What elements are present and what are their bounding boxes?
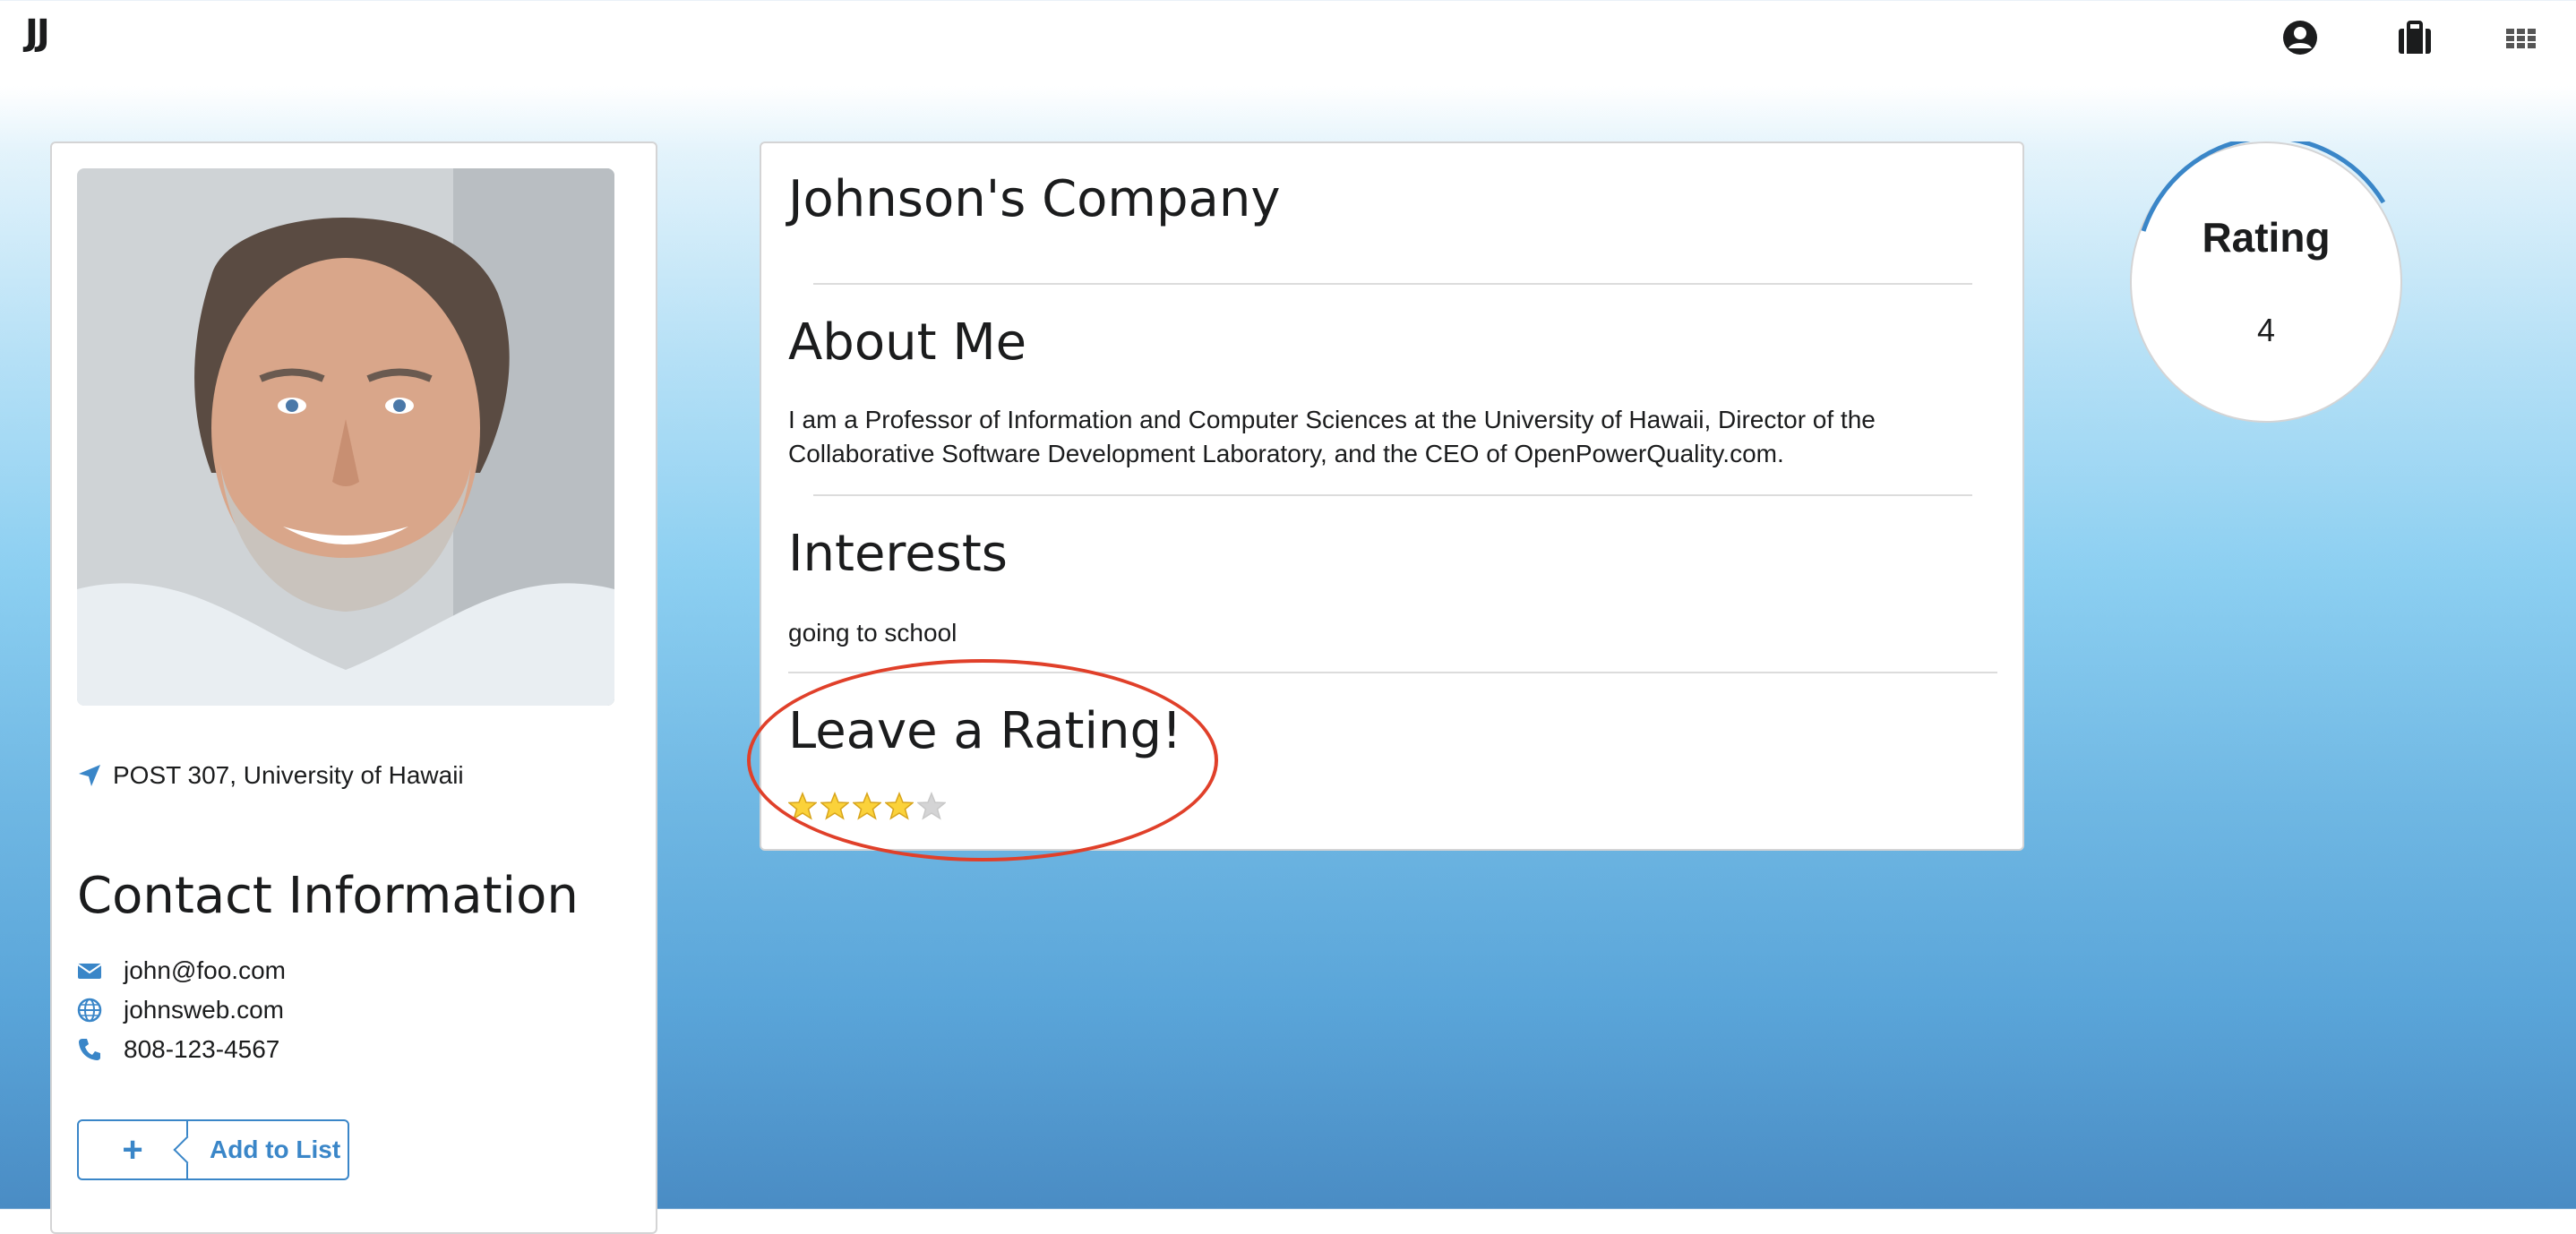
- grid-icon[interactable]: [2504, 18, 2537, 57]
- top-bar: JJ: [0, 0, 2576, 75]
- annotation-oval: [747, 659, 1218, 861]
- location: POST 307, University of Hawaii: [77, 761, 464, 790]
- phone-text: 808-123-4567: [124, 1035, 280, 1063]
- globe-icon: [77, 998, 102, 1023]
- phone-row: 808-123-4567: [77, 1035, 279, 1064]
- envelope-icon: [77, 958, 102, 983]
- email-row: john@foo.com: [77, 956, 286, 985]
- add-to-list-button[interactable]: + Add to List: [77, 1119, 349, 1180]
- rating-progress-arc: [2141, 141, 2386, 232]
- contact-title: Contact Information: [77, 867, 579, 925]
- about-text: I am a Professor of Information and Comp…: [788, 403, 1953, 471]
- profile-photo: [77, 168, 614, 706]
- about-text-line-2: Collaborative Software Development Labor…: [788, 440, 1784, 467]
- logo[interactable]: JJ: [25, 13, 50, 54]
- location-text: POST 307, University of Hawaii: [113, 761, 464, 789]
- interests-title: Interests: [788, 525, 1008, 583]
- about-text-line-1: I am a Professor of Information and Comp…: [788, 406, 1876, 433]
- add-to-list-label: Add to List: [210, 1135, 341, 1163]
- divider: [813, 283, 1972, 285]
- phone-icon: [77, 1037, 102, 1062]
- plus-icon: +: [79, 1121, 188, 1178]
- divider: [813, 494, 1972, 496]
- briefcase-icon[interactable]: [2395, 18, 2434, 57]
- location-arrow-icon: [77, 763, 102, 788]
- email-link[interactable]: john@foo.com: [124, 956, 286, 985]
- profile-card: POST 307, University of Hawaii Contact I…: [50, 141, 657, 1234]
- company-name: Johnson's Company: [788, 170, 1281, 228]
- website-link[interactable]: johnsweb.com: [124, 996, 284, 1024]
- user-circle-icon[interactable]: [2280, 18, 2320, 57]
- interests-text: going to school: [788, 619, 957, 647]
- website-row: johnsweb.com: [77, 996, 284, 1024]
- about-title: About Me: [788, 313, 1027, 372]
